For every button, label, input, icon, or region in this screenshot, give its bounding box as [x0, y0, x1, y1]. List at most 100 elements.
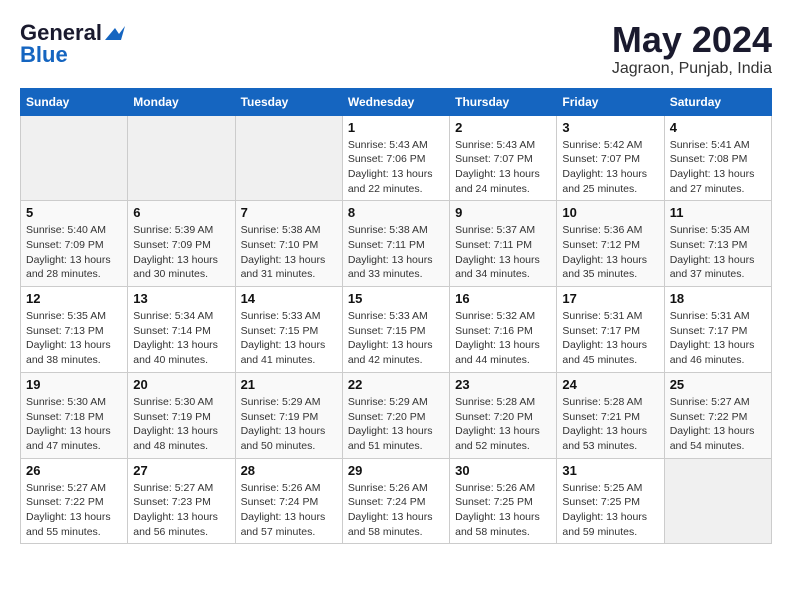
day-info: Sunrise: 5:25 AMSunset: 7:25 PMDaylight:… — [562, 481, 658, 540]
logo-bird-icon — [105, 26, 125, 42]
logo-blue-text: Blue — [20, 42, 68, 68]
day-cell: 20Sunrise: 5:30 AMSunset: 7:19 PMDayligh… — [128, 372, 235, 458]
day-info: Sunrise: 5:26 AMSunset: 7:25 PMDaylight:… — [455, 481, 551, 540]
day-number: 23 — [455, 377, 551, 392]
day-info: Sunrise: 5:43 AMSunset: 7:07 PMDaylight:… — [455, 138, 551, 197]
day-number: 31 — [562, 463, 658, 478]
day-number: 30 — [455, 463, 551, 478]
day-info: Sunrise: 5:29 AMSunset: 7:20 PMDaylight:… — [348, 395, 444, 454]
calendar-table: SundayMondayTuesdayWednesdayThursdayFrid… — [20, 88, 772, 545]
day-cell: 26Sunrise: 5:27 AMSunset: 7:22 PMDayligh… — [21, 458, 128, 544]
day-cell: 25 Sunrise: 5:27 AMSunset: 7:22 PMDayligh… — [664, 372, 771, 458]
day-cell: 24 Sunrise: 5:28 AMSunset: 7:21 PMDayligh… — [557, 372, 664, 458]
day-cell: 1Sunrise: 5:43 AMSunset: 7:06 PMDaylight… — [342, 115, 449, 201]
day-info: Sunrise: 5:26 AMSunset: 7:24 PMDaylight:… — [241, 481, 337, 540]
logo: General Blue — [20, 20, 125, 68]
day-number: 10 — [562, 205, 658, 220]
day-info: Sunrise: 5:39 AMSunset: 7:09 PMDaylight:… — [133, 223, 229, 282]
location-title: Jagraon, Punjab, India — [612, 60, 772, 78]
day-info: Sunrise: 5:38 AMSunset: 7:11 PMDaylight:… — [348, 223, 444, 282]
week-row-1: 1Sunrise: 5:43 AMSunset: 7:06 PMDaylight… — [21, 115, 772, 201]
day-cell — [21, 115, 128, 201]
week-row-5: 26Sunrise: 5:27 AMSunset: 7:22 PMDayligh… — [21, 458, 772, 544]
day-number: 13 — [133, 291, 229, 306]
day-number: 17 — [562, 291, 658, 306]
week-row-3: 12 Sunrise: 5:35 AMSunset: 7:13 PMDayligh… — [21, 287, 772, 373]
day-info: Sunrise: 5:36 AMSunset: 7:12 PMDaylight:… — [562, 223, 658, 282]
day-cell: 19 Sunrise: 5:30 AMSunset: 7:18 PMDayligh… — [21, 372, 128, 458]
day-number: 29 — [348, 463, 444, 478]
day-cell: 17 Sunrise: 5:31 AMSunset: 7:17 PMDayligh… — [557, 287, 664, 373]
day-cell: 13 Sunrise: 5:34 AMSunset: 7:14 PMDayligh… — [128, 287, 235, 373]
day-info: Sunrise: 5:40 AMSunset: 7:09 PMDaylight:… — [26, 223, 122, 282]
day-info: Sunrise: 5:35 AMSunset: 7:13 PMDaylight:… — [26, 309, 122, 368]
day-cell: 9 Sunrise: 5:37 AMSunset: 7:11 PMDaylight… — [450, 201, 557, 287]
weekday-header-row: SundayMondayTuesdayWednesdayThursdayFrid… — [21, 88, 772, 115]
day-cell — [128, 115, 235, 201]
day-number: 16 — [455, 291, 551, 306]
day-cell — [664, 458, 771, 544]
day-info: Sunrise: 5:27 AMSunset: 7:23 PMDaylight:… — [133, 481, 229, 540]
day-info: Sunrise: 5:31 AMSunset: 7:17 PMDaylight:… — [562, 309, 658, 368]
day-number: 6 — [133, 205, 229, 220]
day-info: Sunrise: 5:41 AMSunset: 7:08 PMDaylight:… — [670, 138, 766, 197]
day-number: 25 — [670, 377, 766, 392]
day-number: 27 — [133, 463, 229, 478]
day-cell: 8 Sunrise: 5:38 AMSunset: 7:11 PMDaylight… — [342, 201, 449, 287]
day-cell: 15 Sunrise: 5:33 AMSunset: 7:15 PMDayligh… — [342, 287, 449, 373]
day-info: Sunrise: 5:30 AMSunset: 7:18 PMDaylight:… — [26, 395, 122, 454]
day-info: Sunrise: 5:29 AMSunset: 7:19 PMDaylight:… — [241, 395, 337, 454]
title-block: May 2024 Jagraon, Punjab, India — [612, 20, 772, 78]
weekday-header-sunday: Sunday — [21, 88, 128, 115]
day-number: 8 — [348, 205, 444, 220]
day-number: 15 — [348, 291, 444, 306]
day-cell: 4 Sunrise: 5:41 AMSunset: 7:08 PMDaylight… — [664, 115, 771, 201]
weekday-header-friday: Friday — [557, 88, 664, 115]
day-info: Sunrise: 5:38 AMSunset: 7:10 PMDaylight:… — [241, 223, 337, 282]
weekday-header-monday: Monday — [128, 88, 235, 115]
day-cell: 29 Sunrise: 5:26 AMSunset: 7:24 PMDayligh… — [342, 458, 449, 544]
day-cell: 14Sunrise: 5:33 AMSunset: 7:15 PMDayligh… — [235, 287, 342, 373]
day-info: Sunrise: 5:31 AMSunset: 7:17 PMDaylight:… — [670, 309, 766, 368]
page-header: General Blue May 2024 Jagraon, Punjab, I… — [20, 20, 772, 78]
day-number: 3 — [562, 120, 658, 135]
day-cell: 5 Sunrise: 5:40 AMSunset: 7:09 PMDaylight… — [21, 201, 128, 287]
day-number: 4 — [670, 120, 766, 135]
day-cell: 12 Sunrise: 5:35 AMSunset: 7:13 PMDayligh… — [21, 287, 128, 373]
day-cell: 18Sunrise: 5:31 AMSunset: 7:17 PMDayligh… — [664, 287, 771, 373]
day-cell: 31 Sunrise: 5:25 AMSunset: 7:25 PMDayligh… — [557, 458, 664, 544]
day-number: 2 — [455, 120, 551, 135]
week-row-4: 19 Sunrise: 5:30 AMSunset: 7:18 PMDayligh… — [21, 372, 772, 458]
day-info: Sunrise: 5:37 AMSunset: 7:11 PMDaylight:… — [455, 223, 551, 282]
day-cell: 28 Sunrise: 5:26 AMSunset: 7:24 PMDayligh… — [235, 458, 342, 544]
day-info: Sunrise: 5:26 AMSunset: 7:24 PMDaylight:… — [348, 481, 444, 540]
day-info: Sunrise: 5:28 AMSunset: 7:21 PMDaylight:… — [562, 395, 658, 454]
day-number: 9 — [455, 205, 551, 220]
day-number: 7 — [241, 205, 337, 220]
day-number: 22 — [348, 377, 444, 392]
day-info: Sunrise: 5:27 AMSunset: 7:22 PMDaylight:… — [670, 395, 766, 454]
week-row-2: 5 Sunrise: 5:40 AMSunset: 7:09 PMDaylight… — [21, 201, 772, 287]
weekday-header-saturday: Saturday — [664, 88, 771, 115]
day-info: Sunrise: 5:33 AMSunset: 7:15 PMDaylight:… — [348, 309, 444, 368]
weekday-header-thursday: Thursday — [450, 88, 557, 115]
day-info: Sunrise: 5:43 AMSunset: 7:06 PMDaylight:… — [348, 138, 444, 197]
day-number: 28 — [241, 463, 337, 478]
day-number: 5 — [26, 205, 122, 220]
day-cell: 27 Sunrise: 5:27 AMSunset: 7:23 PMDayligh… — [128, 458, 235, 544]
day-number: 26 — [26, 463, 122, 478]
month-title: May 2024 — [612, 20, 772, 60]
day-number: 21 — [241, 377, 337, 392]
day-info: Sunrise: 5:34 AMSunset: 7:14 PMDaylight:… — [133, 309, 229, 368]
day-cell — [235, 115, 342, 201]
day-cell: 30 Sunrise: 5:26 AMSunset: 7:25 PMDayligh… — [450, 458, 557, 544]
day-cell: 23Sunrise: 5:28 AMSunset: 7:20 PMDayligh… — [450, 372, 557, 458]
day-cell: 16Sunrise: 5:32 AMSunset: 7:16 PMDayligh… — [450, 287, 557, 373]
day-cell: 7 Sunrise: 5:38 AMSunset: 7:10 PMDaylight… — [235, 201, 342, 287]
day-cell: 21 Sunrise: 5:29 AMSunset: 7:19 PMDayligh… — [235, 372, 342, 458]
day-number: 19 — [26, 377, 122, 392]
day-number: 12 — [26, 291, 122, 306]
day-info: Sunrise: 5:42 AMSunset: 7:07 PMDaylight:… — [562, 138, 658, 197]
day-number: 24 — [562, 377, 658, 392]
day-number: 20 — [133, 377, 229, 392]
